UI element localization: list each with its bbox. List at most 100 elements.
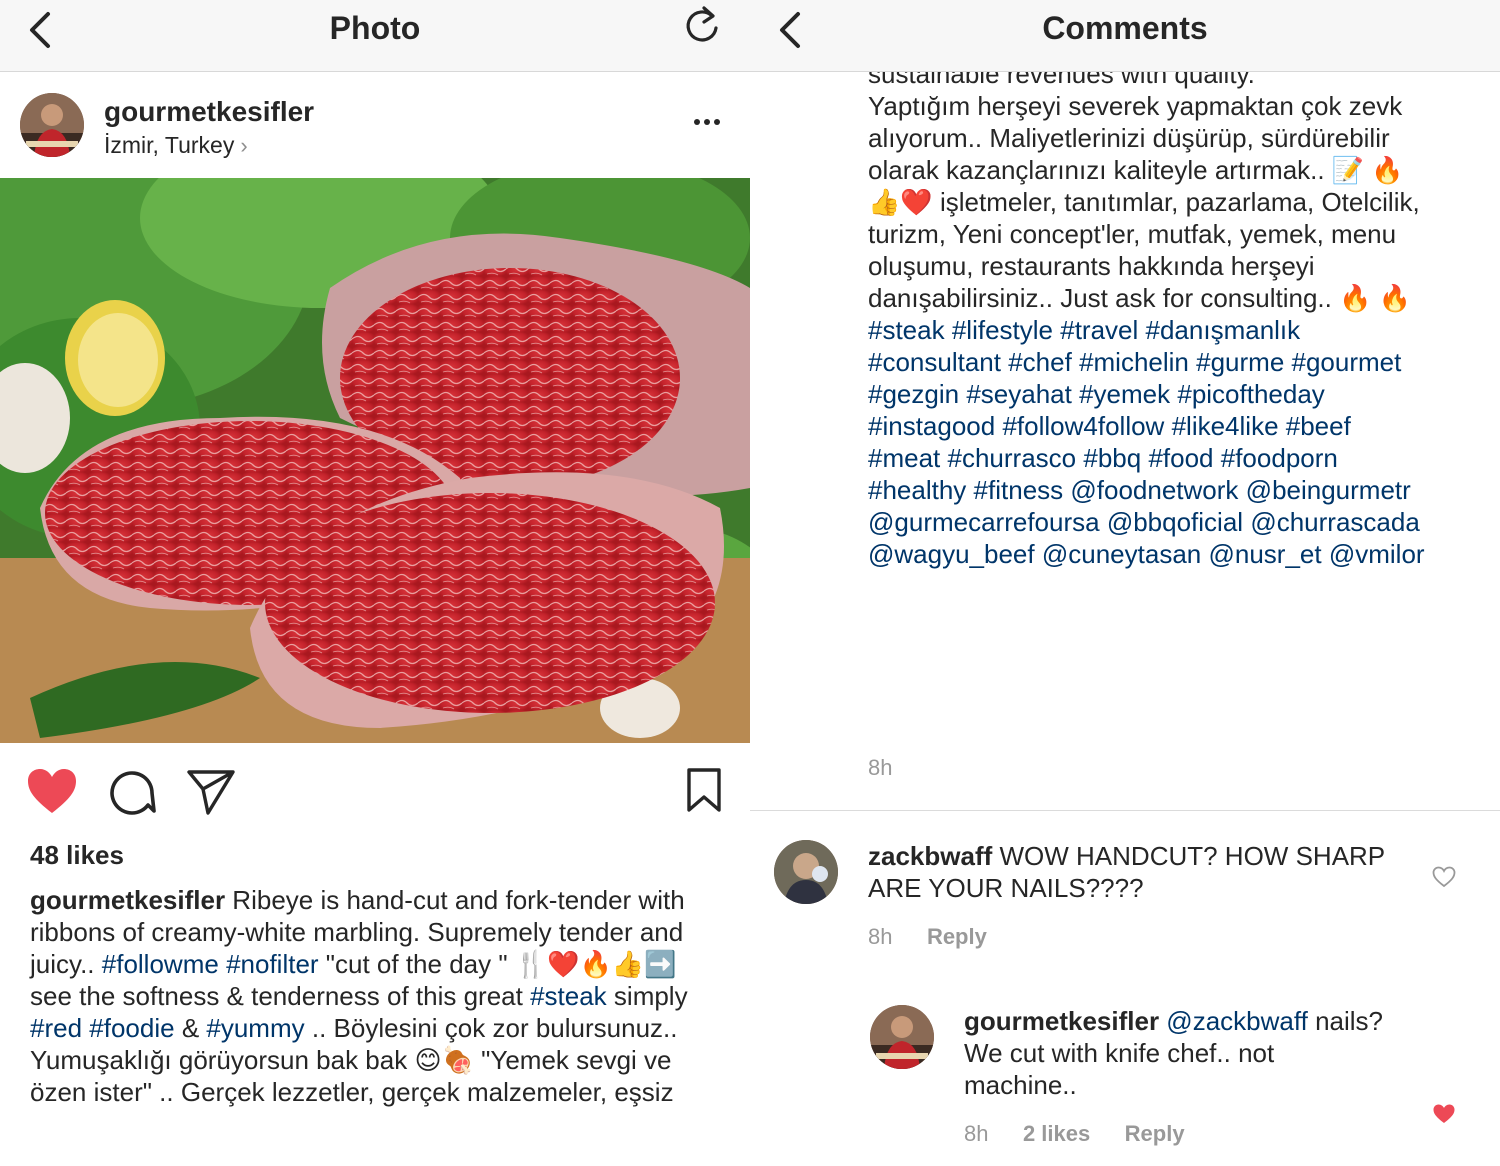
caption-text — [1164, 411, 1171, 441]
caption-text — [1238, 475, 1245, 505]
caption-text: simply — [606, 981, 688, 1011]
comments-panel: Comments sustainable revenues with quali… — [750, 0, 1500, 1166]
mention-link[interactable]: @bbqoficial — [1107, 507, 1243, 537]
description-cut-line: sustainable revenues with quality. — [868, 72, 1255, 89]
hashtag-link[interactable]: #consultant — [868, 347, 1001, 377]
hashtag-link[interactable]: #gezgin — [868, 379, 959, 409]
heart-outline-icon[interactable] — [1432, 866, 1456, 893]
hashtag-link[interactable]: #instagood — [868, 411, 995, 441]
hashtag-link[interactable]: #meat — [868, 443, 940, 473]
hashtag-link[interactable]: #seyahat — [966, 379, 1072, 409]
hashtag-link[interactable]: #gourmet — [1292, 347, 1402, 377]
caption-text — [945, 315, 952, 345]
hashtag-link[interactable]: #yummy — [206, 1013, 304, 1043]
hashtag-link[interactable]: #steak — [530, 981, 607, 1011]
mention-link[interactable]: @foodnetwork — [1070, 475, 1238, 505]
mention-link[interactable]: @vmilor — [1329, 539, 1425, 569]
mention-link[interactable]: @gurmecarrefoursa — [868, 507, 1100, 537]
post-header: gourmetkesifler İzmir, Turkey › — [0, 72, 750, 178]
caption-text: & — [174, 1013, 207, 1043]
comments-list[interactable]: sustainable revenues with quality. Yaptığ… — [750, 72, 1500, 1166]
hashtag-link[interactable]: #healthy — [868, 475, 966, 505]
hashtag-link[interactable]: #foodie — [89, 1013, 174, 1043]
comment-likes[interactable]: 2 likes — [1023, 1121, 1090, 1146]
hashtag-link[interactable]: #gurme — [1196, 347, 1284, 377]
comment-meta: 8h Reply — [868, 924, 987, 950]
hashtag-link[interactable]: #danışmanlık — [1146, 315, 1301, 345]
caption-text — [1035, 539, 1042, 569]
post-photo[interactable] — [0, 128, 750, 768]
hashtag-link[interactable]: #yemek — [1079, 379, 1170, 409]
location-text: İzmir, Turkey — [104, 132, 235, 158]
photo-panel: Photo gourmetkesifler İzmir, Turkey › 48… — [0, 0, 750, 1166]
comment-item: zackbwaff WOW HANDCUT? HOW SHARP ARE YOU… — [750, 832, 1500, 972]
hashtag-link[interactable]: #travel — [1060, 315, 1138, 345]
avatar[interactable] — [870, 1005, 934, 1069]
hashtag-link[interactable]: #beef — [1286, 411, 1351, 441]
comment-username[interactable]: gourmetkesifler — [964, 1006, 1159, 1036]
page-title: Photo — [329, 10, 421, 46]
mention-link[interactable]: @beingurmetr — [1246, 475, 1411, 505]
post-description: sustainable revenues with quality. Yaptığ… — [868, 72, 1428, 570]
avatar[interactable] — [20, 93, 84, 157]
mention-link[interactable]: @churrascada — [1250, 507, 1419, 537]
caption-text — [1138, 315, 1145, 345]
caption-text — [1072, 379, 1079, 409]
hashtag-link[interactable]: #steak — [868, 315, 945, 345]
caption-text — [1284, 347, 1291, 377]
hashtag-link[interactable]: #michelin — [1079, 347, 1189, 377]
mention-link[interactable]: @cuneytasan — [1042, 539, 1201, 569]
comments-navbar: Comments — [750, 0, 1500, 72]
hashtag-link[interactable]: #fitness — [974, 475, 1064, 505]
caption-text — [966, 475, 973, 505]
divider — [750, 810, 1500, 811]
hashtag-link[interactable]: #like4like — [1172, 411, 1279, 441]
heart-filled-icon[interactable] — [26, 767, 78, 820]
comment-username[interactable]: zackbwaff — [868, 841, 992, 871]
reply-button[interactable]: Reply — [927, 924, 987, 949]
caption-username[interactable]: gourmetkesifler — [30, 885, 225, 915]
caption-text — [940, 443, 947, 473]
comment-bubble-icon[interactable] — [108, 767, 156, 820]
avatar[interactable] — [774, 840, 838, 904]
hashtag-link[interactable]: #chef — [1008, 347, 1072, 377]
hashtag-link[interactable]: #picoftheday — [1177, 379, 1324, 409]
comment-meta: 8h 2 likes Reply — [964, 1121, 1185, 1147]
more-dots-icon[interactable] — [690, 112, 724, 132]
comment-time: 8h — [868, 924, 893, 949]
mention-link[interactable]: @wagyu_beef — [868, 539, 1035, 569]
heart-filled-icon[interactable] — [1432, 1103, 1456, 1130]
chevron-right-icon: › — [240, 133, 248, 158]
comment-mention[interactable]: @zackbwaff — [1159, 1006, 1308, 1036]
description-time: 8h — [868, 755, 893, 780]
hashtag-link[interactable]: #follow4follow — [1002, 411, 1164, 441]
reply-button[interactable]: Reply — [1125, 1121, 1185, 1146]
post-username[interactable]: gourmetkesifler — [104, 96, 314, 128]
comment-time: 8h — [964, 1121, 989, 1146]
page-title: Comments — [1042, 10, 1208, 46]
caption-text — [1100, 507, 1107, 537]
hashtag-link[interactable]: #lifestyle — [952, 315, 1053, 345]
refresh-icon[interactable] — [680, 4, 724, 48]
caption-text — [1279, 411, 1286, 441]
caption-text — [1214, 443, 1221, 473]
hashtag-link[interactable]: #red — [30, 1013, 82, 1043]
comment-text: zackbwaff WOW HANDCUT? HOW SHARP ARE YOU… — [868, 840, 1388, 904]
hashtag-link[interactable]: #food — [1148, 443, 1213, 473]
post-actions — [0, 743, 750, 841]
hashtag-link[interactable]: #foodporn — [1221, 443, 1338, 473]
post-location[interactable]: İzmir, Turkey › — [104, 132, 248, 159]
hashtag-link[interactable]: #bbq — [1083, 443, 1141, 473]
hashtag-link[interactable]: #nofilter — [226, 949, 319, 979]
photo-navbar: Photo — [0, 0, 750, 72]
paper-plane-icon[interactable] — [186, 767, 236, 820]
hashtag-link[interactable]: #followme — [102, 949, 219, 979]
comment-reply-item: gourmetkesifler @zackbwaff nails? We cut… — [750, 997, 1500, 1157]
hashtag-link[interactable]: #churrasco — [948, 443, 1077, 473]
comment-text: gourmetkesifler @zackbwaff nails? We cut… — [964, 1005, 1384, 1101]
mention-link[interactable]: @nusr_et — [1208, 539, 1321, 569]
likes-count[interactable]: 48 likes — [30, 840, 124, 871]
bookmark-icon[interactable] — [686, 767, 722, 818]
post-caption: gourmetkesifler Ribeye is hand-cut and f… — [30, 884, 720, 1108]
caption-text — [219, 949, 226, 979]
